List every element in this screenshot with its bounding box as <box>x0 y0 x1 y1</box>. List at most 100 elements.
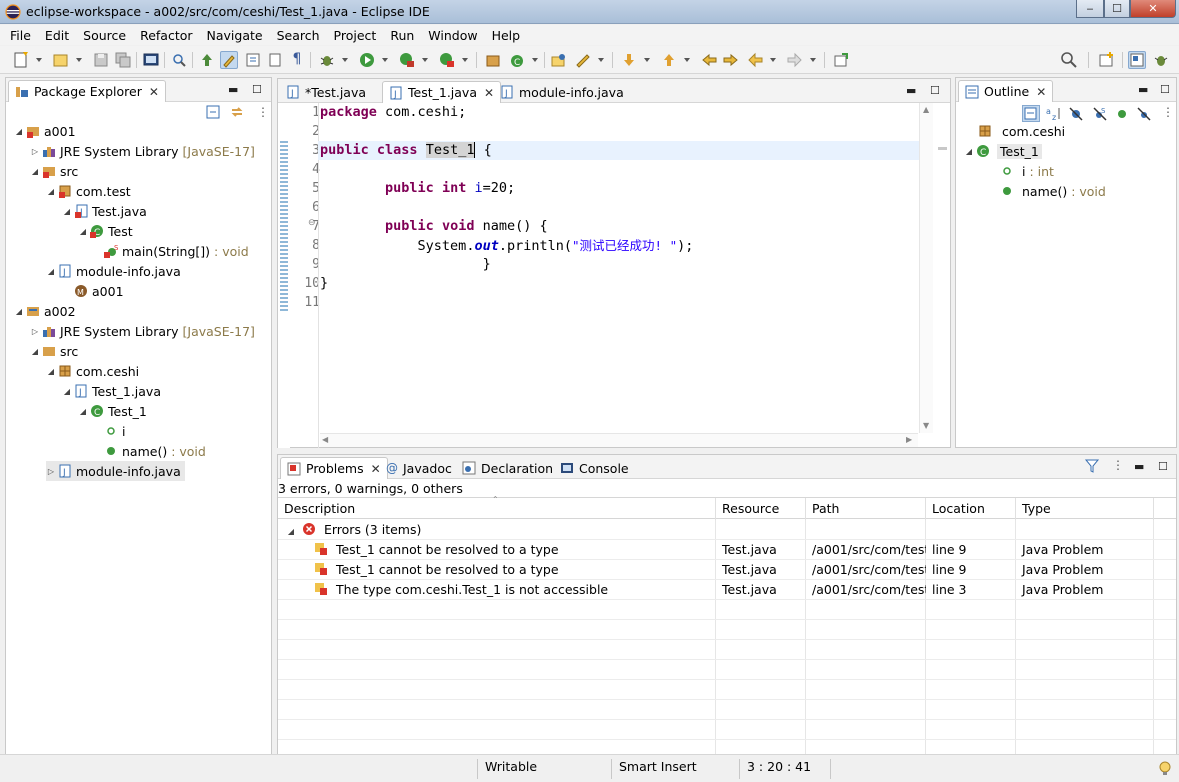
chevron-down-icon[interactable] <box>76 58 82 62</box>
chevron-down-icon[interactable] <box>810 58 816 62</box>
search-icon[interactable] <box>1060 51 1078 69</box>
chevron-down-icon[interactable]: ▼ <box>923 421 929 430</box>
problem-row[interactable]: Test_1 cannot be resolved to a type Test… <box>278 560 1176 580</box>
maximize-button[interactable]: ☐ <box>1104 0 1130 18</box>
chevron-down-icon[interactable] <box>644 58 650 62</box>
open-type-icon[interactable] <box>550 51 568 69</box>
tree-item-com-ceshi[interactable]: ◢ com.ceshi <box>46 361 139 381</box>
tree-item-method-name[interactable]: name() : void <box>102 441 206 461</box>
minimize-button[interactable]: ‒ <box>1076 0 1104 18</box>
tree-item-project-a002[interactable]: ◢ a002 <box>14 301 76 321</box>
sort-icon[interactable]: az <box>1046 106 1062 122</box>
outline-item-method-name[interactable]: name() : void <box>998 181 1106 201</box>
chevron-up-icon[interactable]: ▲ <box>923 105 929 114</box>
expanded-icon[interactable]: ◢ <box>46 187 56 196</box>
column-header-path[interactable]: Path <box>806 498 926 520</box>
view-menu-icon[interactable]: ⋮ <box>1162 105 1174 119</box>
column-header-resource[interactable]: Resource <box>716 498 806 520</box>
chevron-down-icon[interactable] <box>684 58 690 62</box>
menu-refactor[interactable]: Refactor <box>133 28 199 43</box>
toggle-mark-occurrences-icon[interactable] <box>220 51 238 69</box>
expanded-icon[interactable]: ◢ <box>30 347 40 356</box>
hide-non-public-icon[interactable] <box>1116 108 1128 120</box>
tree-item-field-i[interactable]: i <box>102 421 125 441</box>
coverage-icon[interactable] <box>398 51 416 69</box>
java-perspective-icon[interactable] <box>1128 51 1146 69</box>
previous-annotation-icon[interactable] <box>660 51 678 69</box>
tab-test-java[interactable]: J *Test.java <box>280 81 372 103</box>
outline-item-field-i[interactable]: i : int <box>998 161 1054 181</box>
expanded-icon[interactable]: ◢ <box>78 407 88 416</box>
tab-javadoc[interactable]: @ Javadoc <box>380 457 458 479</box>
menu-run[interactable]: Run <box>383 28 421 43</box>
tree-item-jre-library-a002[interactable]: ▷ JRE System Library [JavaSE-17] <box>30 321 255 341</box>
back-icon[interactable] <box>746 51 764 69</box>
lightbulb-icon[interactable] <box>1158 761 1172 777</box>
tab-declaration[interactable]: Declaration <box>456 457 559 479</box>
hide-static-icon[interactable]: S <box>1092 106 1108 122</box>
horizontal-scrollbar[interactable]: ◀ ▶ <box>320 433 918 447</box>
maximize-view-icon[interactable]: ☐ <box>1158 460 1168 473</box>
problem-row[interactable]: Test_1 cannot be resolved to a type Test… <box>278 540 1176 560</box>
forward-icon[interactable] <box>786 51 804 69</box>
tree-item-project-a001[interactable]: ◢ a001 <box>14 121 76 141</box>
tree-item-test-java[interactable]: ◢ J Test.java <box>62 201 147 221</box>
column-header-location[interactable]: Location <box>926 498 1016 520</box>
minimize-view-icon[interactable]: ▬ <box>1138 83 1148 96</box>
chevron-down-icon[interactable] <box>770 58 776 62</box>
tree-item-module-a001[interactable]: M a001 <box>72 281 124 301</box>
forward-history-icon[interactable] <box>722 51 740 69</box>
tree-item-jre-library[interactable]: ▷ JRE System Library [JavaSE-17] <box>30 141 255 161</box>
maximize-view-icon[interactable]: ☐ <box>930 84 940 97</box>
expanded-icon[interactable]: ◢ <box>286 522 296 540</box>
toggle-word-wrap-icon[interactable] <box>266 51 284 69</box>
save-all-icon[interactable] <box>114 51 132 69</box>
chevron-down-icon[interactable] <box>36 58 42 62</box>
next-annotation-down-icon[interactable] <box>620 51 638 69</box>
tree-item-com-test[interactable]: ◢ com.test <box>46 181 131 201</box>
collapse-all-icon[interactable] <box>206 105 220 119</box>
expanded-icon[interactable]: ◢ <box>964 147 974 156</box>
minimize-view-icon[interactable]: ▬ <box>906 84 916 97</box>
toggle-block-selection-icon[interactable] <box>244 51 262 69</box>
pin-editor-icon[interactable] <box>832 51 850 69</box>
menu-project[interactable]: Project <box>327 28 384 43</box>
close-icon[interactable]: ✕ <box>1036 85 1046 99</box>
chevron-down-icon[interactable] <box>532 58 538 62</box>
menu-help[interactable]: Help <box>485 28 528 43</box>
menu-navigate[interactable]: Navigate <box>200 28 270 43</box>
menu-source[interactable]: Source <box>76 28 133 43</box>
pilcrow-icon[interactable]: ¶ <box>288 51 306 69</box>
collapsed-icon[interactable]: ▷ <box>30 327 40 336</box>
last-edit-location-icon[interactable] <box>700 51 718 69</box>
debug-icon[interactable] <box>318 51 336 69</box>
chevron-down-icon[interactable] <box>598 58 604 62</box>
new-java-project-icon[interactable] <box>52 51 70 69</box>
fold-toggle-icon[interactable]: ⊖ <box>308 218 316 228</box>
tree-item-src-a002[interactable]: ◢ src <box>30 341 78 361</box>
tree-item-module-info-a002[interactable]: ▷ J module-info.java <box>46 461 185 481</box>
expanded-icon[interactable]: ◢ <box>78 227 88 236</box>
collapse-all-icon[interactable] <box>1022 105 1040 122</box>
tab-console[interactable]: Console <box>554 457 635 479</box>
column-header-type[interactable]: Type <box>1016 498 1154 520</box>
tab-package-explorer[interactable]: Package Explorer ✕ <box>8 80 166 102</box>
search-references-icon[interactable] <box>170 51 188 69</box>
outline-item-package[interactable]: com.ceshi <box>976 121 1065 141</box>
chevron-down-icon[interactable] <box>462 58 468 62</box>
chevron-right-icon[interactable]: ▶ <box>906 435 912 444</box>
next-annotation-icon[interactable] <box>198 51 216 69</box>
new-java-class-icon[interactable]: C <box>508 51 526 69</box>
filter-icon[interactable] <box>1084 458 1100 474</box>
expanded-icon[interactable]: ◢ <box>46 367 56 376</box>
expanded-icon[interactable]: ◢ <box>46 267 56 276</box>
open-perspective-icon[interactable] <box>1098 51 1116 69</box>
tree-item-method-main[interactable]: S main(String[]) : void <box>102 241 249 261</box>
chevron-left-icon[interactable]: ◀ <box>322 435 328 444</box>
expanded-icon[interactable]: ◢ <box>14 307 24 316</box>
expanded-icon[interactable]: ◢ <box>62 207 72 216</box>
collapsed-icon[interactable]: ▷ <box>46 467 56 476</box>
collapsed-icon[interactable]: ▷ <box>30 147 40 156</box>
run-icon[interactable] <box>358 51 376 69</box>
code-area[interactable]: package com.ceshi; public class Test_1 {… <box>318 103 920 312</box>
